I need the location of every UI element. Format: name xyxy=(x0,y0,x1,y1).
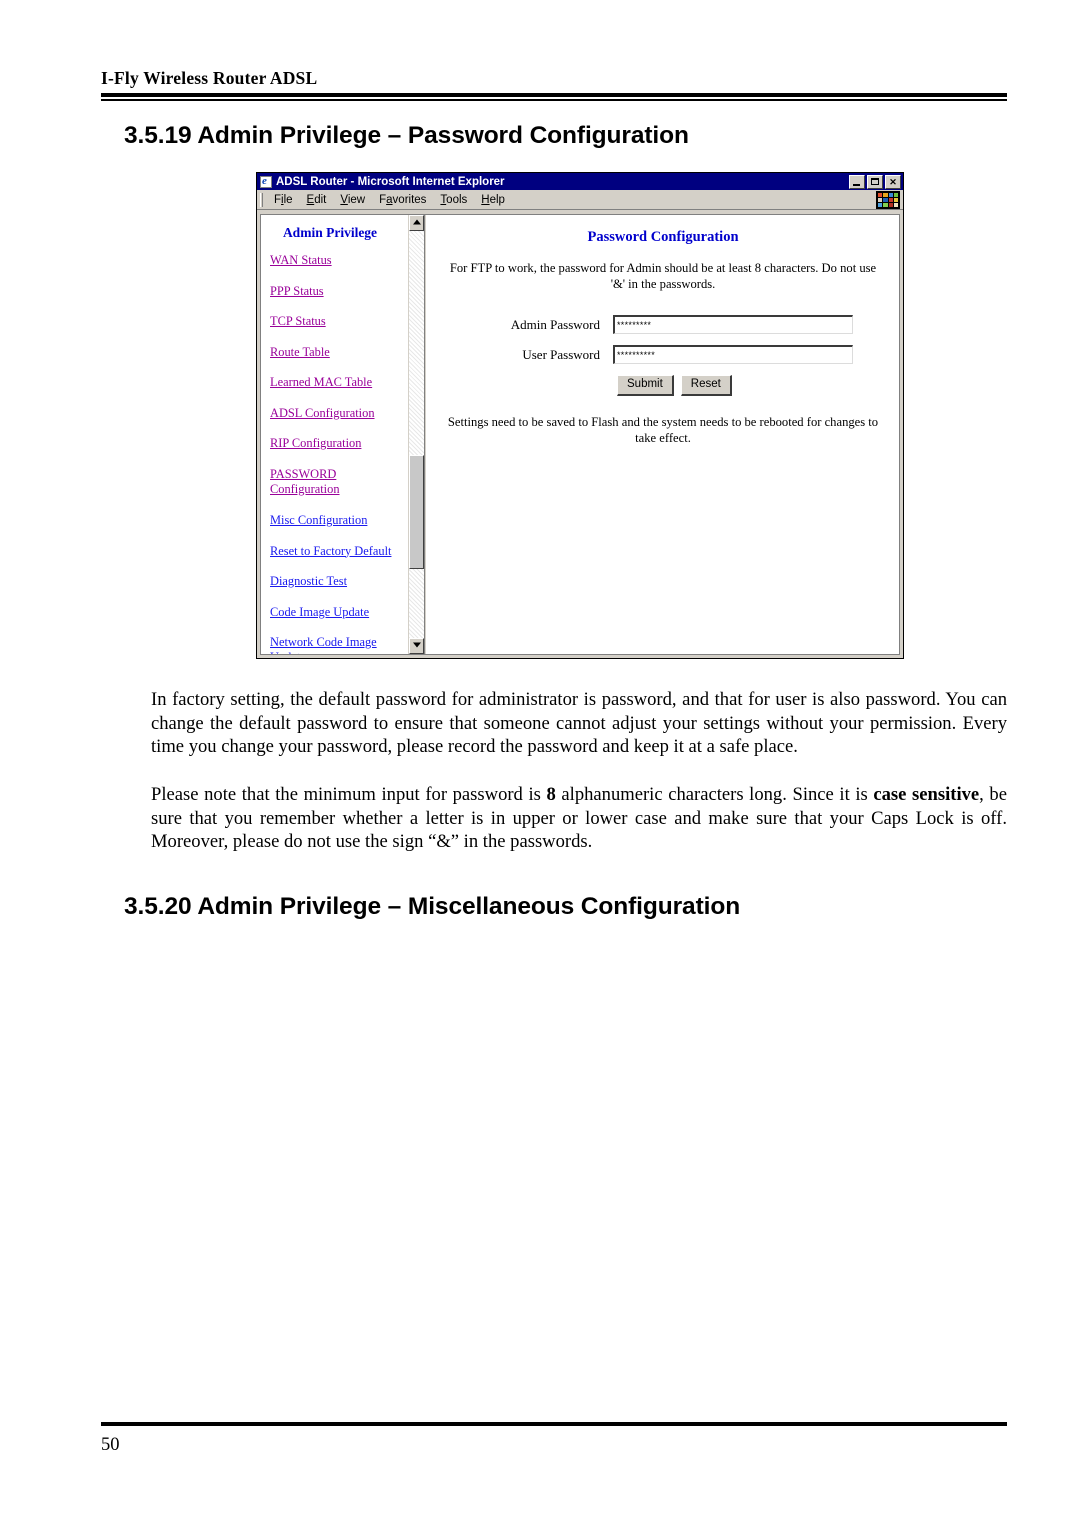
browser-title-bar: ADSL Router - Microsoft Internet Explore… xyxy=(257,173,903,190)
menu-edit[interactable]: Edit xyxy=(300,194,334,206)
par2-part-1: Please note that the minimum input for p… xyxy=(151,784,547,805)
user-password-row: User Password ********** xyxy=(473,345,853,364)
scrollbar-thumb[interactable] xyxy=(409,454,424,569)
nav-link-network-code-image-update[interactable]: Network Code Image Update xyxy=(270,635,404,654)
running-header: I-Fly Wireless Router ADSL xyxy=(101,68,1007,101)
ie-document-icon xyxy=(260,175,272,188)
admin-password-input[interactable]: ********* xyxy=(613,315,853,334)
menu-drag-grip[interactable] xyxy=(260,192,263,207)
user-password-input[interactable]: ********** xyxy=(613,345,853,364)
document-page: I-Fly Wireless Router ADSL 3.5.19 Admin … xyxy=(0,0,1080,1528)
content-note: For FTP to work, the password for Admin … xyxy=(449,261,877,291)
browser-window-screenshot: ADSL Router - Microsoft Internet Explore… xyxy=(256,172,904,659)
nav-frame-title: Admin Privilege xyxy=(282,225,378,240)
browser-window-title: ADSL Router - Microsoft Internet Explore… xyxy=(276,175,505,188)
par2-part-2: alphanumeric characters long. Since it i… xyxy=(555,784,874,805)
paragraph-password-rules: Please note that the minimum input for p… xyxy=(151,783,1007,854)
section-heading-3-5-20: 3.5.20 Admin Privilege – Miscellaneous C… xyxy=(124,893,741,920)
menu-favorites[interactable]: Favorites xyxy=(372,194,433,206)
nav-link-adsl-configuration[interactable]: ADSL Configuration xyxy=(270,406,404,420)
paragraph-factory-setting: In factory setting, the default password… xyxy=(151,689,1007,758)
header-rule-thin xyxy=(101,99,1007,101)
running-header-title: I-Fly Wireless Router ADSL xyxy=(101,68,318,88)
content-page-title: Password Configuration xyxy=(587,229,739,245)
browser-menu-bar: File Edit View Favorites Tools Help xyxy=(257,190,903,210)
scroll-down-arrow-icon[interactable] xyxy=(409,638,424,654)
minimize-button[interactable] xyxy=(849,174,865,189)
nav-frame-scrollbar[interactable] xyxy=(408,215,424,654)
menu-help[interactable]: Help xyxy=(474,194,512,206)
par2-bold-case-sensitive: case sensitive xyxy=(873,784,980,805)
user-password-label: User Password xyxy=(522,346,600,362)
footer-rule xyxy=(101,1422,1007,1426)
admin-password-row: Admin Password ********* xyxy=(473,315,853,334)
window-controls: ✕ xyxy=(849,174,901,189)
nav-link-tcp-status[interactable]: TCP Status xyxy=(270,314,404,328)
nav-link-wan-status[interactable]: WAN Status xyxy=(270,253,404,267)
menu-tools[interactable]: Tools xyxy=(433,194,474,206)
nav-link-learned-mac-table[interactable]: Learned MAC Table xyxy=(270,375,404,389)
admin-password-label: Admin Password xyxy=(510,316,600,332)
section-heading-3-5-19: 3.5.19 Admin Privilege – Password Config… xyxy=(124,122,689,149)
nav-links-list: Admin Privilege WAN Status PPP Status TC… xyxy=(261,215,408,654)
header-rule-thick xyxy=(101,93,1007,97)
menu-view[interactable]: View xyxy=(333,194,372,206)
nav-link-rip-configuration[interactable]: RIP Configuration xyxy=(270,436,404,450)
nav-link-reset-to-factory-default[interactable]: Reset to Factory Default xyxy=(270,544,404,558)
content-frame: Password Configuration For FTP to work, … xyxy=(427,215,899,654)
password-form: Admin Password ********* User Password *… xyxy=(473,315,853,396)
reset-button[interactable]: Reset xyxy=(680,375,732,396)
browser-client-area: Admin Privilege WAN Status PPP Status TC… xyxy=(260,214,900,655)
restore-button[interactable] xyxy=(867,174,883,189)
scroll-up-arrow-icon[interactable] xyxy=(409,215,424,231)
nav-link-diagnostic-test[interactable]: Diagnostic Test xyxy=(270,574,404,588)
par2-bold-minimum-length: 8 xyxy=(546,784,556,805)
submit-button[interactable]: Submit xyxy=(617,375,674,396)
menu-file[interactable]: File xyxy=(267,194,300,206)
nav-link-password-configuration[interactable]: PASSWORD Configuration xyxy=(270,467,404,497)
content-footnote: Settings need to be saved to Flash and t… xyxy=(447,415,879,445)
windows-logo-button[interactable] xyxy=(876,191,900,209)
page-number: 50 xyxy=(101,1435,120,1455)
nav-link-code-image-update[interactable]: Code Image Update xyxy=(270,605,404,619)
nav-link-ppp-status[interactable]: PPP Status xyxy=(270,284,404,298)
close-button[interactable]: ✕ xyxy=(885,174,901,189)
nav-link-misc-configuration[interactable]: Misc Configuration xyxy=(270,513,404,527)
nav-link-route-table[interactable]: Route Table xyxy=(270,345,404,359)
form-button-group: Submit Reset xyxy=(613,375,853,396)
scrollbar-track[interactable] xyxy=(409,231,424,638)
page-footer: 50 xyxy=(101,1422,1007,1456)
nav-frame: Admin Privilege WAN Status PPP Status TC… xyxy=(261,215,424,654)
